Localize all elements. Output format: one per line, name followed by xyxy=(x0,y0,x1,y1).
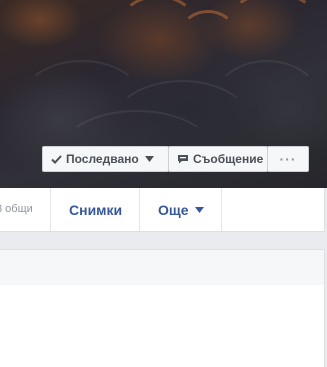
tab-divider xyxy=(139,188,140,231)
chevron-down-icon xyxy=(194,206,204,213)
tab-divider xyxy=(221,188,222,231)
following-button[interactable]: Последвано xyxy=(42,146,169,172)
tab-more[interactable]: Още xyxy=(158,188,204,231)
chevron-down-icon xyxy=(144,156,154,162)
checkmark-icon xyxy=(51,154,62,164)
message-label: Съобщение xyxy=(193,152,264,166)
tab-photos[interactable]: Снимки xyxy=(69,188,122,231)
message-icon xyxy=(177,154,189,164)
content-card-body xyxy=(0,285,325,367)
tab-divider xyxy=(50,188,51,231)
tab-photos-label: Снимки xyxy=(69,201,123,218)
profile-tab-bar: 8 общи Снимки Още xyxy=(0,188,325,232)
cover-photo[interactable]: Последвано Съобщение ··· xyxy=(0,0,327,188)
content-card-header xyxy=(0,249,325,286)
following-label: Последвано xyxy=(66,152,139,166)
profile-action-buttons: Последвано Съобщение ··· xyxy=(42,146,309,172)
message-button[interactable]: Съобщение xyxy=(168,146,268,172)
more-options-label: ··· xyxy=(279,151,297,167)
tab-more-label: Още xyxy=(158,201,189,218)
mutual-friends-count[interactable]: 8 общи xyxy=(0,203,33,215)
more-options-button[interactable]: ··· xyxy=(267,146,309,172)
